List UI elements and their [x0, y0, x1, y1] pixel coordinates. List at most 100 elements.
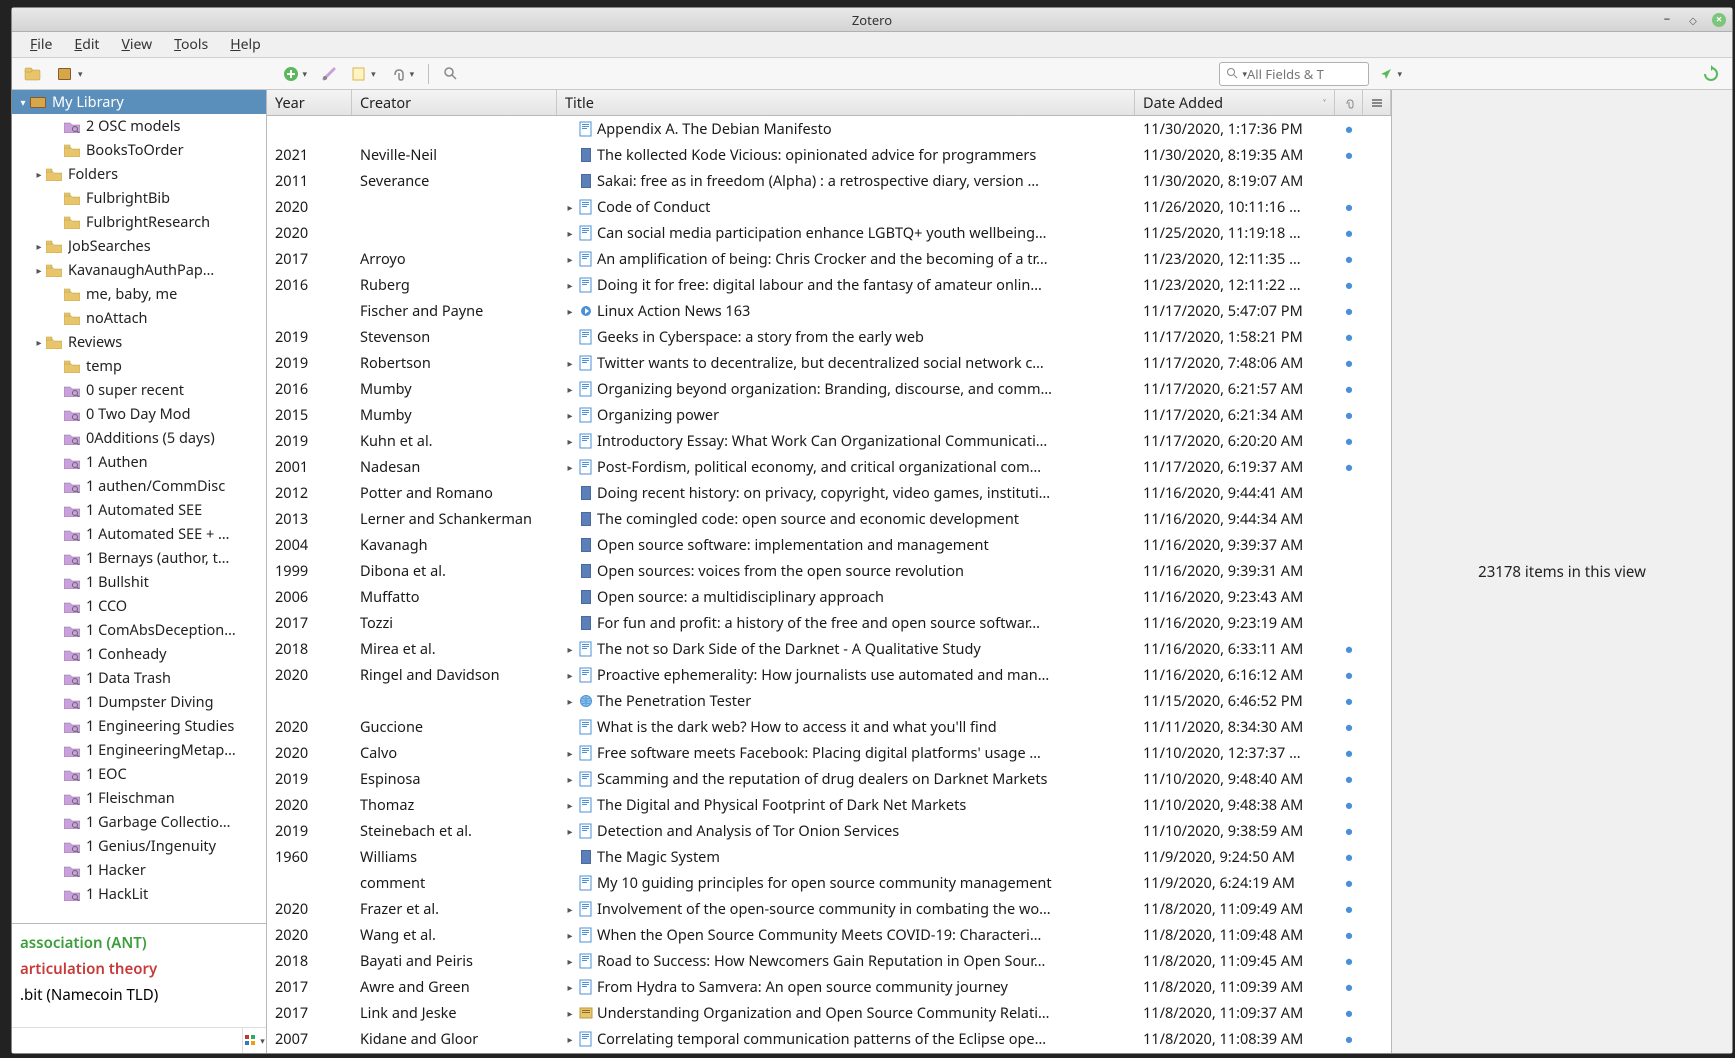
sidebar-item[interactable]: 1 Genius/Ingenuity: [12, 834, 266, 858]
tag-menu-button[interactable]: ▾: [242, 1028, 266, 1053]
table-row[interactable]: 2019StevensonGeeks in Cyberspace: a stor…: [267, 324, 1391, 350]
minimize-button[interactable]: [1660, 13, 1674, 27]
collections-tree[interactable]: ▾My Library2 OSC modelsBooksToOrder▸Fold…: [12, 90, 266, 923]
maximize-button[interactable]: [1686, 13, 1700, 27]
sidebar-item[interactable]: 1 ComAbsDeception…: [12, 618, 266, 642]
tag-filter-input[interactable]: [12, 1028, 242, 1053]
table-row[interactable]: 2020Thomaz▸The Digital and Physical Foot…: [267, 792, 1391, 818]
col-attachment[interactable]: [1335, 90, 1363, 115]
table-row[interactable]: 2017TozziFor fun and profit: a history o…: [267, 610, 1391, 636]
sidebar-item[interactable]: ▸JobSearches: [12, 234, 266, 258]
col-year[interactable]: Year: [267, 90, 352, 115]
sidebar-item[interactable]: 1 Bullshit: [12, 570, 266, 594]
table-row[interactable]: 2011SeveranceSakai: free as in freedom (…: [267, 168, 1391, 194]
locate-button[interactable]: ▾: [1375, 65, 1406, 83]
table-row[interactable]: 2020Ringel and Davidson▸Proactive epheme…: [267, 662, 1391, 688]
menu-file[interactable]: File: [20, 32, 62, 57]
sidebar-item[interactable]: 1 HackLit: [12, 882, 266, 906]
new-note-button[interactable]: ▾: [347, 64, 380, 84]
table-row[interactable]: 2017Awre and Green▸From Hydra to Samvera…: [267, 974, 1391, 1000]
col-menu[interactable]: [1363, 90, 1391, 115]
table-row[interactable]: 2018Bayati and Peiris▸Road to Success: H…: [267, 948, 1391, 974]
item-list[interactable]: Appendix A. The Debian Manifesto11/30/20…: [267, 116, 1391, 1053]
table-row[interactable]: 2001Nadesan▸Post-Fordism, political econ…: [267, 454, 1391, 480]
sidebar-item[interactable]: 0 super recent: [12, 378, 266, 402]
sidebar-item[interactable]: me, baby, me: [12, 282, 266, 306]
table-row[interactable]: 2017Link and Jeske▸Understanding Organiz…: [267, 1000, 1391, 1026]
sidebar-item[interactable]: FulbrightBib: [12, 186, 266, 210]
sidebar-item[interactable]: noAttach: [12, 306, 266, 330]
sidebar-item[interactable]: ▸Folders: [12, 162, 266, 186]
table-row[interactable]: 2016Mumby▸Organizing beyond organization…: [267, 376, 1391, 402]
sidebar-item[interactable]: 1 EOC: [12, 762, 266, 786]
tag-item[interactable]: articulation theory: [20, 956, 258, 982]
search-box[interactable]: ▾: [1219, 62, 1369, 86]
table-row[interactable]: 2019Robertson▸Twitter wants to decentral…: [267, 350, 1391, 376]
sidebar-item[interactable]: temp: [12, 354, 266, 378]
table-row[interactable]: 2021Neville-NeilThe kollected Kode Vicio…: [267, 142, 1391, 168]
sidebar-item[interactable]: 1 Hacker: [12, 858, 266, 882]
table-row[interactable]: 2020Calvo▸Free software meets Facebook: …: [267, 740, 1391, 766]
sidebar-item[interactable]: 1 CCO: [12, 594, 266, 618]
sidebar-item[interactable]: 1 Data Trash: [12, 666, 266, 690]
col-title[interactable]: Title: [557, 90, 1135, 115]
sidebar-item[interactable]: 1 Dumpster Diving: [12, 690, 266, 714]
sidebar-item[interactable]: 1 Automated SEE + …: [12, 522, 266, 546]
tag-item[interactable]: .bit (Namecoin TLD): [20, 982, 258, 1008]
menu-edit[interactable]: Edit: [64, 32, 109, 57]
sidebar-item[interactable]: 2 OSC models: [12, 114, 266, 138]
sidebar-item[interactable]: 1 Bernays (author, t…: [12, 546, 266, 570]
tag-item[interactable]: association (ANT): [20, 930, 258, 956]
table-row[interactable]: 1960WilliamsThe Magic System11/9/2020, 9…: [267, 844, 1391, 870]
table-row[interactable]: 2020Wang et al.▸When the Open Source Com…: [267, 922, 1391, 948]
add-by-identifier-button[interactable]: [317, 64, 341, 84]
table-row[interactable]: 2019Steinebach et al.▸Detection and Anal…: [267, 818, 1391, 844]
sidebar-item[interactable]: 1 Authen: [12, 450, 266, 474]
library-root[interactable]: ▾My Library: [12, 90, 266, 114]
table-row[interactable]: 2020Frazer et al.▸Involvement of the ope…: [267, 896, 1391, 922]
close-button[interactable]: [1712, 13, 1726, 27]
table-row[interactable]: 2018Mirea et al.▸The not so Dark Side of…: [267, 636, 1391, 662]
table-row[interactable]: 2020GuccioneWhat is the dark web? How to…: [267, 714, 1391, 740]
sidebar-item[interactable]: BooksToOrder: [12, 138, 266, 162]
attach-button[interactable]: ▾: [386, 64, 419, 84]
menu-view[interactable]: View: [111, 32, 162, 57]
table-row[interactable]: 2013Lerner and SchankermanThe comingled …: [267, 506, 1391, 532]
sidebar-item[interactable]: 1 Engineering Studies: [12, 714, 266, 738]
table-row[interactable]: Appendix A. The Debian Manifesto11/30/20…: [267, 116, 1391, 142]
menu-tools[interactable]: Tools: [164, 32, 218, 57]
table-row[interactable]: Fischer and Payne▸Linux Action News 1631…: [267, 298, 1391, 324]
sync-button[interactable]: [1698, 63, 1724, 85]
new-collection-button[interactable]: [20, 64, 46, 84]
table-row[interactable]: 2004KavanaghOpen source software: implem…: [267, 532, 1391, 558]
advanced-search-button[interactable]: [439, 64, 463, 84]
sidebar-item[interactable]: FulbrightResearch: [12, 210, 266, 234]
sidebar-item[interactable]: 1 EngineeringMetap…: [12, 738, 266, 762]
new-item-button[interactable]: ▾: [279, 64, 312, 84]
table-row[interactable]: 2016Ruberg▸Doing it for free: digital la…: [267, 272, 1391, 298]
sidebar-item[interactable]: 1 Automated SEE: [12, 498, 266, 522]
col-creator[interactable]: Creator: [352, 90, 557, 115]
new-library-button[interactable]: ▾: [52, 64, 87, 84]
table-row[interactable]: 2006MuffattoOpen source: a multidiscipli…: [267, 584, 1391, 610]
sidebar-item[interactable]: ▸Reviews: [12, 330, 266, 354]
sidebar-item[interactable]: 1 Fleischman: [12, 786, 266, 810]
table-row[interactable]: 2017Arroyo▸An amplification of being: Ch…: [267, 246, 1391, 272]
menu-help[interactable]: Help: [220, 32, 271, 57]
sidebar-item[interactable]: 1 Conheady: [12, 642, 266, 666]
table-row[interactable]: 2020▸Can social media participation enha…: [267, 220, 1391, 246]
table-row[interactable]: ▸The Penetration Tester11/15/2020, 6:46:…: [267, 688, 1391, 714]
table-row[interactable]: 2020▸Code of Conduct11/26/2020, 10:11:16…: [267, 194, 1391, 220]
table-row[interactable]: 2019Espinosa▸Scamming and the reputation…: [267, 766, 1391, 792]
tag-list[interactable]: association (ANT)articulation theory.bit…: [12, 924, 266, 1027]
col-date-added[interactable]: Date Added˅: [1135, 90, 1335, 115]
table-row[interactable]: commentMy 10 guiding principles for open…: [267, 870, 1391, 896]
sidebar-item[interactable]: 1 Garbage Collectio…: [12, 810, 266, 834]
table-row[interactable]: 1999Dibona et al.Open sources: voices fr…: [267, 558, 1391, 584]
table-row[interactable]: 2007Kidane and Gloor▸Correlating tempora…: [267, 1026, 1391, 1052]
sidebar-item[interactable]: 1 authen/CommDisc: [12, 474, 266, 498]
table-row[interactable]: 2019Kuhn et al.▸Introductory Essay: What…: [267, 428, 1391, 454]
table-row[interactable]: 2012Potter and RomanoDoing recent histor…: [267, 480, 1391, 506]
table-row[interactable]: 2015Mumby▸Organizing power11/17/2020, 6:…: [267, 402, 1391, 428]
sidebar-item[interactable]: 0Additions (5 days): [12, 426, 266, 450]
